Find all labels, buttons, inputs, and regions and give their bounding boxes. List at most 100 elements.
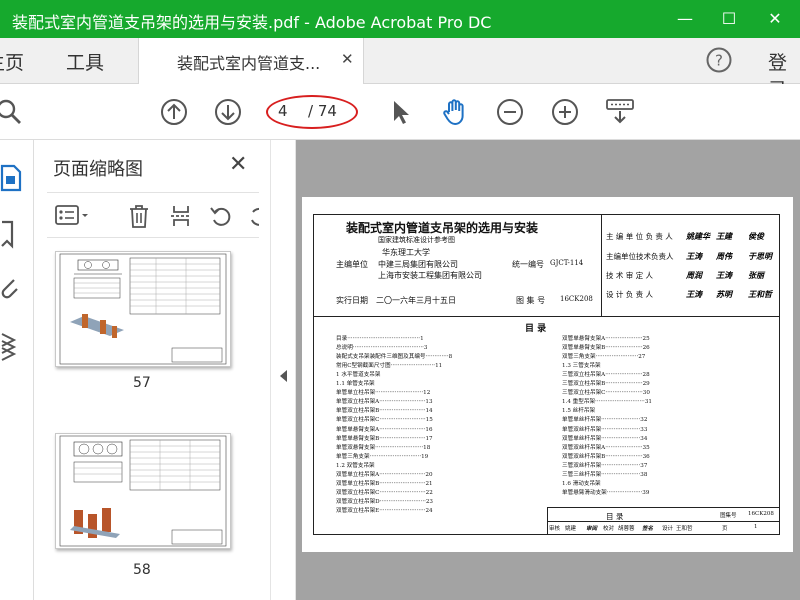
zoom-in-button[interactable] [550,97,580,127]
toc-entry: 三管双立柱吊架C·····················30 [562,390,650,397]
help-button[interactable]: ? [706,47,732,73]
toc-entry: 总说明·····································… [336,345,428,352]
thumbnail-page-58[interactable] [55,433,231,549]
layers-tool[interactable] [0,328,22,362]
collapse-arrow-icon [280,370,287,382]
title-block-cell: 设计 [662,526,674,532]
role-label: 主编单位技术负责人 [606,252,674,261]
more-tools-button[interactable] [247,204,259,228]
maximize-button[interactable]: ☐ [708,0,750,38]
toc-entry: 双管单立柱吊架A··························20 [336,471,433,478]
extract-page-icon [171,206,191,226]
toc-entry: 双管单立柱吊架B··························21 [336,480,433,487]
close-window-button[interactable]: ✕ [754,0,796,38]
serial-number: GJCT-114 [550,259,584,267]
signature: 周润 [686,270,702,280]
org-name: 华东理工大学 [382,248,430,257]
signature: 姚建华 [686,231,710,241]
page-up-button[interactable] [159,97,189,127]
title-block-cell: 签名 [642,526,654,532]
effective-label: 实行日期 [336,296,368,305]
search-button[interactable] [0,97,24,127]
toc-entry: 1.6 滑动支吊架 [562,480,601,487]
minimize-button[interactable]: — [664,0,706,38]
toc-entry: 三管双立柱吊架A·····················28 [562,372,650,379]
toc-entry: 双管单悬臂支架A·····················25 [562,336,650,342]
toc-entry: 单管双立柱吊架C··························15 [336,417,433,424]
toc-entry: 单管三角支架·····························19 [336,453,429,460]
toc-left-column: 目录······································… [336,335,548,517]
signature: 王和哲 [748,289,772,299]
panel-close-button[interactable]: ✕ [229,152,247,177]
title-block-cell: 姚建 [565,526,577,532]
zoom-out-icon [497,99,523,125]
zoom-out-button[interactable] [495,97,525,127]
toc-entry: 双管单悬臂支架B·····················26 [562,345,650,352]
delete-page-button[interactable] [127,204,151,228]
page-thumbnail-drawing [59,435,227,547]
page-thumbnails-icon [0,164,22,192]
title-block-cell: 校对 [603,526,615,532]
page-up-icon [161,99,187,125]
toc-entry: 1.5 丝杆吊架 [562,408,596,415]
keyboard-nav-button[interactable] [605,97,635,127]
help-icon: ? [706,47,732,73]
toc-right-column: 双管单悬臂支架A·····················25 双管单悬臂支架B… [562,335,774,505]
tab-document[interactable]: 装配式室内管道支... ✕ [138,38,364,84]
page-down-icon [215,99,241,125]
tab-close-button[interactable]: ✕ [341,50,354,68]
thumbnail-label: 58 [133,562,151,578]
atlas-label: 图 集 号 [516,296,546,305]
toc-entry: 1.4 重型吊架····························31 [562,399,652,406]
title-block-cell: 胡蓉蓉 [618,526,635,532]
toc-entry: 双管双立柱吊架E··························24 [336,507,433,514]
doc-subtitle: 国家建筑标准设计参考图 [378,236,455,244]
title-block-cell: 1 [754,524,758,530]
role-label: 主 编 单 位 负 责 人 [606,232,673,241]
rotate-page-button[interactable] [209,204,233,228]
bookmarks-tool[interactable] [0,216,22,250]
toc-entry: 1.3 三管支吊架 [562,363,601,370]
page-thumbnails-tool[interactable] [0,160,22,194]
signature: 张丽 [748,270,764,280]
panel-title: 页面缩略图 [53,159,143,180]
svg-text:?: ? [715,52,723,70]
drawing-frame: 装配式室内管道支吊架的选用与安装 国家建筑标准设计参考图 华东理工大学 主编单位… [313,214,780,535]
toc-entry: 常用C型钢截面尺寸图·························11 [336,363,443,370]
title-block-rule [548,521,780,522]
toc-entry: 单管单丝杆吊架······················32 [562,417,648,424]
tab-home[interactable]: 主页 [0,48,24,75]
page-down-button[interactable] [213,97,243,127]
document-viewer[interactable]: 装配式室内管道支吊架的选用与安装 国家建筑标准设计参考图 华东理工大学 主编单位… [296,140,800,600]
tab-tools[interactable]: 工具 [66,48,104,75]
toc-entry: 双管双丝杆吊架B·····················36 [562,453,650,460]
page-thumbnail-drawing [59,253,227,365]
options-menu-button[interactable] [55,204,91,228]
toc-entry: 三管双立柱吊架B·····················29 [562,381,650,388]
toc-heading: 目 录 [525,324,547,334]
signature: 侯俊 [748,231,764,241]
toc-entry: 双管双丝杆吊架A·····················35 [562,444,650,451]
org-name: 中建三局集团有限公司 [378,260,458,269]
toc-entry: 三管双丝杆吊架······················37 [562,462,648,469]
panel-collapse-handle[interactable] [270,140,296,600]
atlas-label: 图集号 [720,513,737,519]
toc-entry: 单管双立柱吊架B··························14 [336,408,433,415]
toc-entry: 1.2 双管支吊架 [336,462,375,469]
select-tool-button[interactable] [386,97,416,127]
toc-entry: 1 水平管道支吊架 [336,372,381,379]
title-block-cell: 审阅 [586,526,598,532]
hand-tool-button[interactable] [440,97,470,127]
extract-page-button[interactable] [169,204,193,228]
signature-block: 主 编 单 位 负 责 人 姚建华 王建 侯俊 主编单位技术负责人 王涛 周伟 … [602,215,779,317]
atlas-number: 16CK208 [748,511,774,517]
thumbnail-page-57[interactable] [55,251,231,367]
atlas-number: 16CK208 [560,295,593,303]
cover-info-block: 装配式室内管道支吊架的选用与安装 国家建筑标准设计参考图 华东理工大学 主编单位… [314,215,602,317]
keyboard-nav-icon [606,99,634,124]
main-unit-label: 主编单位 [336,260,368,269]
signature: 苏明 [716,289,732,299]
title-block-cell: 审核 [549,526,561,532]
bookmark-icon [1,220,14,249]
attachments-tool[interactable] [0,272,22,306]
